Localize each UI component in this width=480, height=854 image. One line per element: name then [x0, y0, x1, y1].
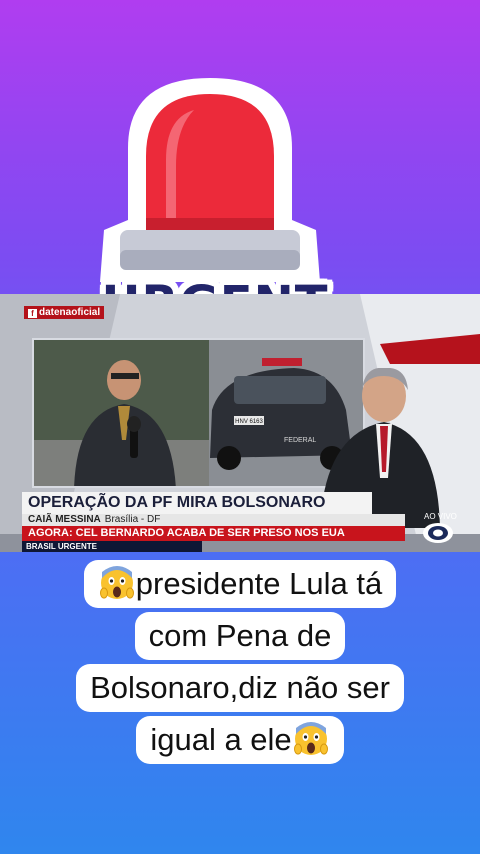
car-door-text: FEDERAL — [284, 437, 316, 444]
caption-line-4: igual a ele — [136, 716, 344, 764]
reporter-name-bar: CAIÃ MESSINA Brasília - DF — [22, 514, 405, 526]
caption-text-4: igual a ele — [150, 722, 292, 757]
caption-text-1: presidente Lula tá — [135, 566, 383, 601]
caption-line-1: presidente Lula tá — [83, 560, 397, 608]
urgent-sticker: URGENT — [70, 70, 360, 328]
reporter-scene: HNV 6163 FEDERAL — [34, 340, 363, 486]
reporter-video-panel: HNV 6163 FEDERAL — [32, 338, 365, 488]
breaking-ticker: AGORA: CEL BERNARDO ACABA DE SER PRESO N… — [22, 526, 405, 541]
channel-tag: f datenaoficial — [24, 306, 105, 319]
program-label: BRASIL URGENTE — [22, 541, 202, 552]
news-broadcast-frame: f datenaoficial HNV 6163 FEDERAL OPERAÇÃ… — [0, 294, 480, 552]
scream-emoji-icon — [293, 722, 328, 755]
facebook-icon: f — [28, 309, 37, 318]
headline-bar: OPERAÇÃO DA PF MIRA BOLSONARO — [22, 492, 372, 514]
reporter-name: CAIÃ MESSINA — [28, 514, 101, 525]
caption: presidente Lula tá com Pena de Bolsonaro… — [0, 560, 480, 768]
channel-tag-text: datenaoficial — [39, 307, 101, 318]
channel-logo-icon — [423, 523, 453, 543]
siren-icon — [100, 78, 320, 282]
car-plate: HNV 6163 — [235, 419, 263, 425]
caption-line-3: Bolsonaro,diz não ser — [76, 664, 404, 712]
live-label: AO VIVO — [424, 512, 457, 521]
scream-emoji-icon — [99, 566, 134, 599]
caption-line-2: com Pena de — [134, 612, 346, 660]
reporter-location: Brasília - DF — [104, 514, 161, 525]
